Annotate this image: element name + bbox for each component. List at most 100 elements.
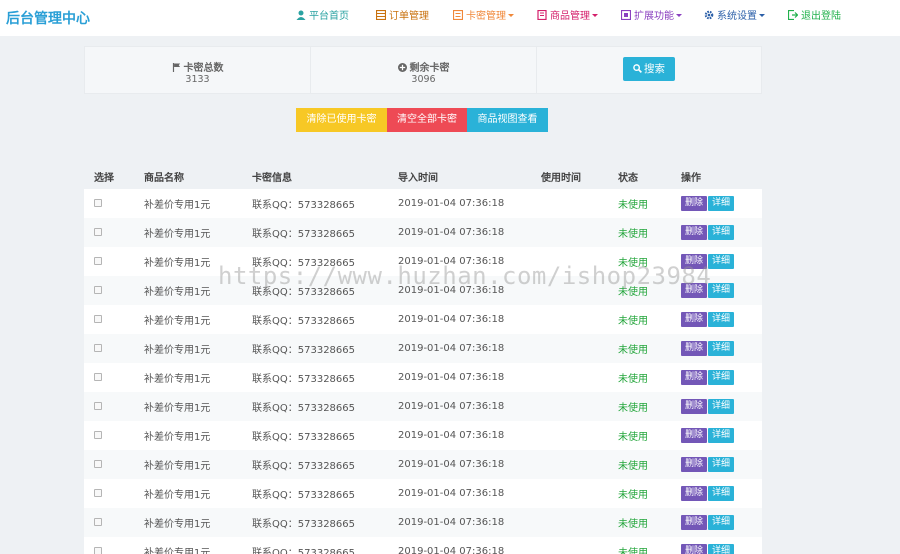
delete-button[interactable]: 删除 bbox=[681, 254, 708, 269]
row-select-cell bbox=[84, 305, 134, 334]
import-time: 2019-01-04 07:36:18 bbox=[388, 305, 531, 334]
table-row: 补差价专用1元 联系QQ：573328665 2019-01-04 07:36:18… bbox=[84, 189, 762, 218]
status-text: 未使用 bbox=[608, 421, 671, 450]
detail-button[interactable]: 详细 bbox=[708, 341, 735, 356]
status-text: 未使用 bbox=[608, 392, 671, 421]
detail-button[interactable]: 详细 bbox=[708, 254, 735, 269]
row-checkbox[interactable] bbox=[94, 199, 102, 207]
nav-item-3[interactable]: 商品管理 bbox=[537, 9, 598, 24]
import-time: 2019-01-04 07:36:18 bbox=[388, 392, 531, 421]
user-icon bbox=[296, 10, 306, 20]
row-checkbox[interactable] bbox=[94, 257, 102, 265]
detail-button[interactable]: 详细 bbox=[708, 515, 735, 530]
detail-button[interactable]: 详细 bbox=[708, 370, 735, 385]
card-info: 联系QQ：573328665 bbox=[242, 189, 388, 218]
table-header-row: 选择 商品名称 卡密信息 导入时间 使用时间 状态 操作 bbox=[84, 164, 762, 189]
product-view-button[interactable]: 商品视图查看 bbox=[467, 108, 548, 132]
delete-button[interactable]: 删除 bbox=[681, 341, 708, 356]
detail-button[interactable]: 详细 bbox=[708, 428, 735, 443]
table-row: 补差价专用1元 联系QQ：573328665 2019-01-04 07:36:18… bbox=[84, 363, 762, 392]
product-name: 补差价专用1元 bbox=[134, 189, 242, 218]
nav-item-2[interactable]: 卡密管理 bbox=[452, 9, 514, 24]
detail-button[interactable]: 详细 bbox=[708, 544, 735, 554]
col-header-card-info: 卡密信息 bbox=[242, 164, 388, 189]
stat-search: 搜索 bbox=[537, 47, 763, 93]
use-time bbox=[531, 450, 608, 479]
nav-item-label: 平台首页 bbox=[309, 11, 349, 22]
delete-button[interactable]: 删除 bbox=[681, 370, 708, 385]
use-time bbox=[531, 479, 608, 508]
row-checkbox[interactable] bbox=[94, 489, 102, 497]
row-checkbox[interactable] bbox=[94, 460, 102, 468]
delete-button[interactable]: 删除 bbox=[681, 399, 708, 414]
row-checkbox[interactable] bbox=[94, 518, 102, 526]
table-row: 补差价专用1元 联系QQ：573328665 2019-01-04 07:36:18… bbox=[84, 508, 762, 537]
row-select-cell bbox=[84, 392, 134, 421]
search-button[interactable]: 搜索 bbox=[623, 57, 675, 81]
nav-item-1[interactable]: 订单管理 bbox=[375, 9, 429, 24]
table-row: 补差价专用1元 联系QQ：573328665 2019-01-04 07:36:18… bbox=[84, 479, 762, 508]
table-row: 补差价专用1元 联系QQ：573328665 2019-01-04 07:36:18… bbox=[84, 392, 762, 421]
table-body: 补差价专用1元 联系QQ：573328665 2019-01-04 07:36:18… bbox=[84, 189, 762, 554]
use-time bbox=[531, 247, 608, 276]
delete-button[interactable]: 删除 bbox=[681, 486, 708, 501]
detail-button[interactable]: 详细 bbox=[708, 457, 735, 472]
flag-icon bbox=[172, 63, 180, 72]
card-table: 选择 商品名称 卡密信息 导入时间 使用时间 状态 操作 补差价专用1元 联系QQ… bbox=[84, 164, 762, 554]
table-row: 补差价专用1元 联系QQ：573328665 2019-01-04 07:36:18… bbox=[84, 218, 762, 247]
clear-all-cards-button[interactable]: 清空全部卡密 bbox=[387, 108, 467, 132]
row-actions: 删除 详细 bbox=[671, 479, 762, 508]
table-icon bbox=[375, 9, 387, 21]
import-time: 2019-01-04 07:36:18 bbox=[388, 247, 531, 276]
delete-button[interactable]: 删除 bbox=[681, 428, 708, 443]
row-checkbox[interactable] bbox=[94, 344, 102, 352]
delete-button[interactable]: 删除 bbox=[681, 457, 708, 472]
nav-item-6[interactable]: 退出登陆 bbox=[787, 9, 841, 24]
caret-down-icon bbox=[508, 14, 514, 17]
delete-button[interactable]: 删除 bbox=[681, 283, 708, 298]
delete-button[interactable]: 删除 bbox=[681, 515, 708, 530]
row-checkbox[interactable] bbox=[94, 402, 102, 410]
nav-item-label: 扩展功能 bbox=[634, 11, 674, 22]
import-time: 2019-01-04 07:36:18 bbox=[388, 189, 531, 218]
row-checkbox[interactable] bbox=[94, 431, 102, 439]
delete-button[interactable]: 删除 bbox=[681, 225, 708, 240]
caret-down-icon bbox=[676, 14, 682, 17]
list-icon bbox=[452, 9, 464, 21]
row-select-cell bbox=[84, 363, 134, 392]
row-checkbox[interactable] bbox=[94, 228, 102, 236]
col-header-import-time: 导入时间 bbox=[388, 164, 531, 189]
nav-item-label: 退出登陆 bbox=[801, 11, 841, 22]
detail-button[interactable]: 详细 bbox=[708, 399, 735, 414]
detail-button[interactable]: 详细 bbox=[708, 312, 735, 327]
clear-used-cards-button[interactable]: 清除已使用卡密 bbox=[296, 108, 387, 132]
search-icon bbox=[633, 64, 642, 73]
card-table-container: 选择 商品名称 卡密信息 导入时间 使用时间 状态 操作 补差价专用1元 联系QQ… bbox=[84, 164, 762, 554]
row-checkbox[interactable] bbox=[94, 373, 102, 381]
nav-item-5[interactable]: 系统设置 bbox=[704, 10, 765, 24]
delete-button[interactable]: 删除 bbox=[681, 196, 708, 211]
use-time bbox=[531, 421, 608, 450]
detail-button[interactable]: 详细 bbox=[708, 196, 735, 211]
product-name: 补差价专用1元 bbox=[134, 218, 242, 247]
plus-circle-icon bbox=[397, 63, 407, 72]
book-icon bbox=[537, 9, 547, 21]
row-checkbox[interactable] bbox=[94, 547, 102, 554]
detail-button[interactable]: 详细 bbox=[708, 486, 735, 501]
row-checkbox[interactable] bbox=[94, 315, 102, 323]
delete-button[interactable]: 删除 bbox=[681, 312, 708, 327]
brand-title[interactable]: 后台管理中心 bbox=[6, 8, 90, 28]
nav-item-4[interactable]: 扩展功能 bbox=[620, 9, 682, 24]
delete-button[interactable]: 删除 bbox=[681, 544, 708, 554]
detail-button[interactable]: 详细 bbox=[708, 283, 735, 298]
col-header-select: 选择 bbox=[84, 164, 134, 189]
card-info: 联系QQ：573328665 bbox=[242, 392, 388, 421]
detail-button[interactable]: 详细 bbox=[708, 225, 735, 240]
nav-item-0[interactable]: 平台首页 bbox=[296, 10, 349, 24]
stat-total-label: 卡密总数 bbox=[85, 59, 310, 74]
product-name: 补差价专用1元 bbox=[134, 479, 242, 508]
row-checkbox[interactable] bbox=[94, 286, 102, 294]
table-row: 补差价专用1元 联系QQ：573328665 2019-01-04 07:36:18… bbox=[84, 247, 762, 276]
card-info: 联系QQ：573328665 bbox=[242, 218, 388, 247]
import-time: 2019-01-04 07:36:18 bbox=[388, 276, 531, 305]
